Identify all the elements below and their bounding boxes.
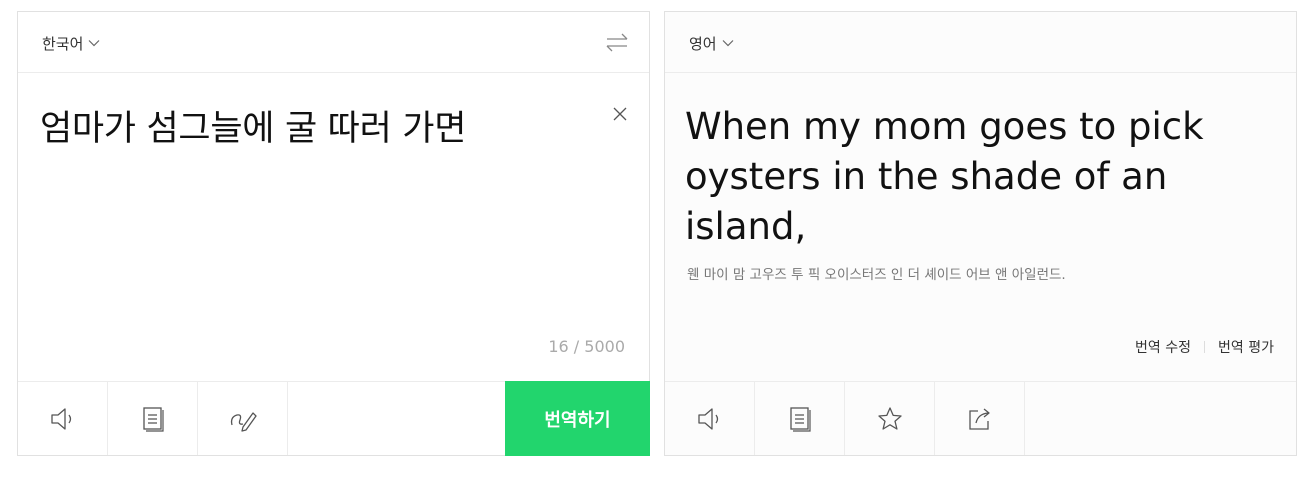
target-language-label: 영어 [689, 34, 717, 53]
dictionary-icon [142, 406, 164, 432]
translation-actions: 번역 수정 번역 평가 [1135, 337, 1274, 357]
edit-translation-link[interactable]: 번역 수정 [1135, 337, 1191, 357]
divider [1204, 341, 1206, 353]
source-panel: 한국어 엄마가 섬그늘에 굴 따러 가면 16 / 5000 번역하기 [17, 11, 650, 456]
target-toolbar [665, 381, 1296, 455]
target-listen-button[interactable] [665, 382, 755, 455]
translate-button[interactable]: 번역하기 [505, 381, 650, 456]
target-copy-button[interactable] [755, 382, 845, 455]
source-language-select[interactable]: 한국어 [42, 31, 100, 55]
chevron-down-icon [722, 40, 734, 47]
rate-translation-link[interactable]: 번역 평가 [1218, 337, 1274, 357]
close-icon[interactable] [611, 105, 629, 123]
target-share-button[interactable] [935, 382, 1025, 455]
source-listen-button[interactable] [18, 382, 108, 455]
pronunciation-text: 웬 마이 맘 고우즈 투 픽 오이스터즈 인 더 셰이드 어브 앤 아일런드. [687, 267, 1066, 283]
character-counter: 16 / 5000 [548, 337, 625, 356]
copy-icon [789, 406, 811, 432]
chevron-down-icon [88, 40, 100, 47]
star-icon [877, 406, 902, 430]
speaker-icon [50, 407, 71, 430]
handwriting-icon [230, 411, 257, 432]
target-panel: 영어 When my mom goes to pick oysters in t… [664, 11, 1297, 456]
source-text-input[interactable]: 엄마가 섬그늘에 굴 따러 가면 [40, 106, 589, 152]
target-language-bar: 영어 [665, 12, 1296, 73]
source-language-bar: 한국어 [18, 12, 649, 73]
translated-text: When my mom goes to pick oysters in the … [685, 105, 1204, 248]
target-favorite-button[interactable] [845, 382, 935, 455]
source-language-label: 한국어 [42, 34, 84, 53]
share-icon [968, 407, 990, 430]
swap-languages-icon[interactable] [603, 29, 631, 55]
source-dictionary-button[interactable] [108, 382, 198, 455]
source-handwriting-button[interactable] [198, 382, 288, 455]
speaker-icon [697, 407, 718, 430]
target-language-select[interactable]: 영어 [689, 31, 734, 55]
